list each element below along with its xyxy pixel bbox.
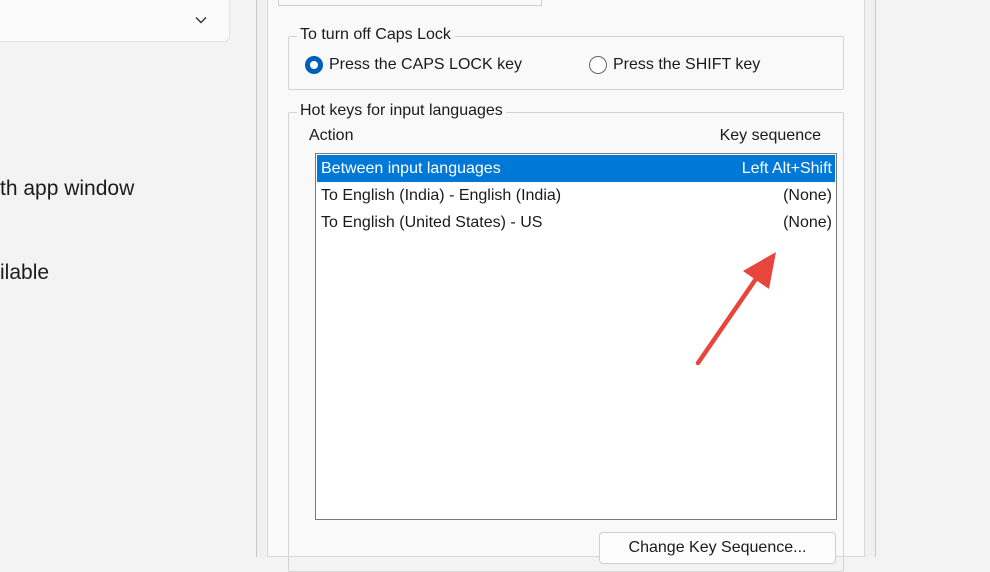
background-settings-window: th app window ilable xyxy=(0,0,260,557)
caps-lock-key-label: Press the CAPS LOCK key xyxy=(329,56,522,73)
caps-lock-key-option[interactable]: Press the CAPS LOCK key xyxy=(305,56,522,74)
hot-keys-group-title: Hot keys for input languages xyxy=(297,102,506,120)
shift-key-label: Press the SHIFT key xyxy=(613,56,761,73)
text-services-dialog: To turn off Caps Lock Press the CAPS LOC… xyxy=(256,0,876,572)
list-item-key: Left Alt+Shift xyxy=(741,160,832,177)
change-key-sequence-button[interactable]: Change Key Sequence... xyxy=(599,532,836,564)
settings-option-text-2: ilable xyxy=(0,261,50,284)
list-item[interactable]: To English (India) - English (India) (No… xyxy=(317,182,835,209)
list-item-key: (None) xyxy=(783,187,832,204)
caps-lock-group-title: To turn off Caps Lock xyxy=(297,26,454,44)
list-item[interactable]: Between input languages Left Alt+Shift xyxy=(317,155,835,182)
column-header-key-sequence: Key sequence xyxy=(719,127,821,144)
settings-option-text-1: th app window xyxy=(0,177,135,200)
list-item-action: To English (India) - English (India) xyxy=(321,187,562,204)
list-item[interactable]: To English (United States) - US (None) xyxy=(317,209,835,236)
shift-key-option[interactable]: Press the SHIFT key xyxy=(589,56,760,74)
radio-selected-icon[interactable] xyxy=(305,56,323,74)
list-item-action: To English (United States) - US xyxy=(321,214,543,231)
radio-unselected-icon[interactable] xyxy=(589,56,607,74)
list-item-key: (None) xyxy=(783,214,832,231)
settings-dropdown[interactable] xyxy=(0,0,230,42)
red-arrow-icon xyxy=(695,252,776,366)
column-header-action: Action xyxy=(309,127,354,144)
list-item-action: Between input languages xyxy=(321,160,501,177)
caps-lock-group: To turn off Caps Lock Press the CAPS LOC… xyxy=(288,26,844,90)
chevron-down-icon xyxy=(195,17,207,24)
tab-language-bar[interactable] xyxy=(278,0,542,6)
